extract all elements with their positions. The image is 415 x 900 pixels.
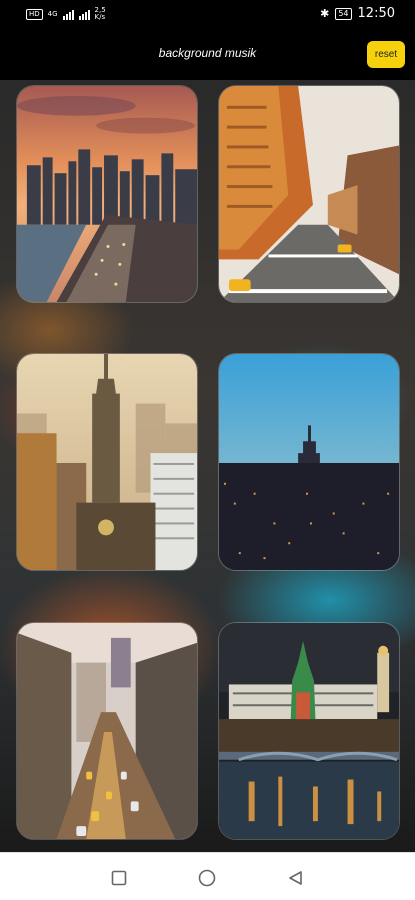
wallpaper-tile-6[interactable]	[218, 622, 400, 840]
network-speed: 2,5 K/s	[94, 6, 106, 21]
wallpaper-image	[17, 354, 197, 570]
triangle-back-icon[interactable]	[286, 868, 306, 888]
wallpaper-tile-4[interactable]	[218, 353, 400, 571]
wallpaper-tile-3[interactable]	[16, 353, 198, 571]
system-nav-bar	[0, 852, 415, 900]
app-header: background musik reset	[0, 30, 415, 80]
wallpaper-tile-1[interactable]	[16, 85, 198, 303]
wallpaper-image	[17, 86, 197, 302]
clock: 12:50	[357, 6, 395, 21]
wallpaper-tile-2[interactable]	[218, 85, 400, 303]
circle-icon[interactable]	[197, 868, 217, 888]
status-bar: HD 4G 2,5 K/s ✱ 54 12:50	[0, 0, 415, 30]
reset-button[interactable]: reset	[367, 41, 405, 68]
sim-badge: HD	[26, 8, 43, 20]
wallpaper-image	[219, 354, 399, 570]
square-icon[interactable]	[109, 868, 129, 888]
network-type: 4G	[47, 10, 58, 18]
signal-icon	[62, 9, 74, 20]
wallpaper-tile-5[interactable]	[16, 622, 198, 840]
battery-icon: 54	[335, 7, 352, 20]
signal-icon-2	[78, 9, 90, 20]
page-title: background musik	[158, 46, 257, 60]
wallpaper-image	[17, 623, 197, 839]
wallpaper-gallery	[0, 80, 415, 852]
vibrate-icon: ✱	[320, 7, 330, 20]
wallpaper-image	[219, 623, 399, 839]
wallpaper-image	[219, 86, 399, 302]
